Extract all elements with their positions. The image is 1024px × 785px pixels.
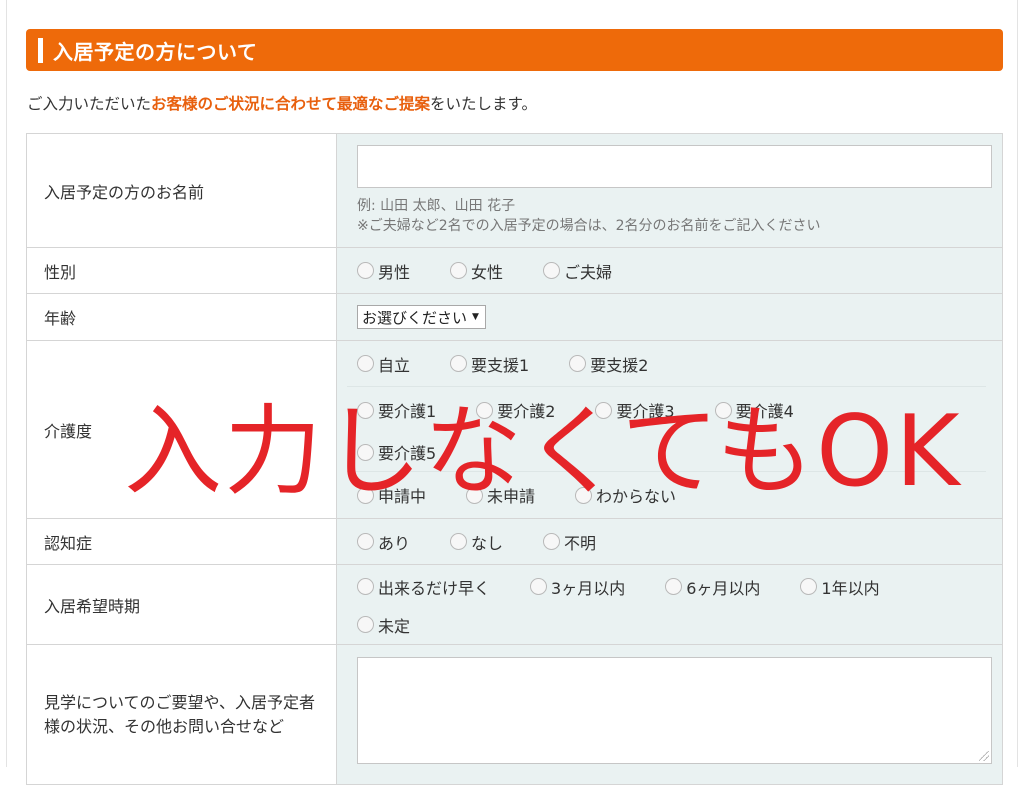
care-option-independent[interactable]: 自立 — [357, 352, 410, 376]
intro-suffix: をいたします。 — [430, 95, 537, 113]
name-input[interactable] — [357, 145, 992, 188]
radio-icon — [476, 401, 494, 419]
radio-icon — [466, 486, 484, 504]
name-field-cell: 例: 山田 太郎、山田 花子 ※ご夫婦など2名での入居予定の場合は、2名分のお名… — [336, 133, 1003, 248]
timing-option-3months[interactable]: 3ヶ月以内 — [530, 575, 625, 599]
radio-icon — [595, 401, 613, 419]
timing-option-6months[interactable]: 6ヶ月以内 — [665, 575, 760, 599]
radio-icon — [714, 401, 732, 419]
timing-option-asap[interactable]: 出来るだけ早く — [357, 575, 490, 599]
age-select[interactable]: お選びください ▼ — [357, 305, 486, 329]
dementia-option-yes[interactable]: あり — [357, 530, 410, 554]
timing-label: 入居希望時期 — [26, 564, 337, 645]
care-label: 介護度 — [26, 340, 337, 519]
radio-icon — [357, 486, 374, 504]
intro-text: ご入力いただいたお客様のご状況に合わせて最適なご提案をいたします。 — [27, 92, 537, 114]
age-field-cell: お選びください ▼ — [336, 293, 1003, 341]
section-title: 入居予定の方について — [53, 39, 258, 64]
radio-icon — [543, 262, 561, 279]
care-option-care1[interactable]: 要介護1 — [357, 398, 436, 422]
care-option-care2[interactable]: 要介護2 — [476, 398, 555, 422]
radio-icon — [543, 533, 561, 550]
dropdown-arrow-icon: ▼ — [472, 312, 479, 322]
radio-icon — [569, 355, 587, 372]
intro-emphasis: お客様のご状況に合わせて最適なご提案 — [151, 95, 431, 113]
gender-label: 性別 — [26, 247, 337, 294]
request-label: 見学についてのご要望や、入居予定者様の状況、その他お問い合せなど — [26, 644, 337, 785]
radio-icon — [450, 355, 468, 372]
dementia-option-no[interactable]: なし — [450, 530, 503, 554]
name-hint-example: 例: 山田 太郎、山田 花子 — [357, 198, 516, 214]
timing-option-1year[interactable]: 1年以内 — [800, 575, 880, 599]
left-border — [6, 0, 7, 767]
dementia-field-cell: あり なし 不明 — [336, 518, 1003, 565]
radio-icon — [665, 578, 683, 595]
request-textarea[interactable] — [357, 657, 992, 764]
radio-icon — [530, 578, 548, 595]
section-header: 入居予定の方について — [26, 29, 1003, 71]
gender-option-female[interactable]: 女性 — [450, 259, 503, 283]
gender-field-cell: 男性 女性 ご夫婦 — [336, 247, 1003, 294]
care-option-not-applied[interactable]: 未申請 — [466, 483, 535, 507]
care-option-support2[interactable]: 要支援2 — [569, 352, 648, 376]
dementia-label: 認知症 — [26, 518, 337, 565]
timing-field-cell: 出来るだけ早く 3ヶ月以内 6ヶ月以内 1年以内 未定 — [336, 564, 1003, 645]
care-option-care4[interactable]: 要介護4 — [714, 398, 794, 422]
resident-form: 入居予定の方のお名前 例: 山田 太郎、山田 花子 ※ご夫婦など2名での入居予定… — [26, 133, 1003, 785]
radio-icon — [357, 578, 374, 595]
radio-icon — [357, 443, 374, 461]
radio-icon — [357, 401, 374, 419]
radio-icon — [357, 533, 374, 550]
name-hint: 例: 山田 太郎、山田 花子 ※ご夫婦など2名での入居予定の場合は、2名分のお名… — [357, 196, 986, 236]
care-option-applying[interactable]: 申請中 — [357, 483, 426, 507]
radio-icon — [357, 262, 374, 279]
gender-option-couple[interactable]: ご夫婦 — [543, 259, 612, 283]
name-label: 入居予定の方のお名前 — [26, 133, 337, 248]
radio-icon — [575, 486, 593, 504]
radio-icon — [357, 355, 374, 372]
intro-prefix: ご入力いただいた — [27, 95, 152, 113]
care-field-cell: 自立 要支援1 要支援2 要介護1 要介護2 要介護3 要介護4 要介護5 申請… — [336, 340, 1003, 519]
resize-grip-icon[interactable] — [979, 751, 989, 761]
radio-icon — [450, 533, 468, 550]
care-option-support1[interactable]: 要支援1 — [450, 352, 529, 376]
request-field-cell — [336, 644, 1003, 785]
radio-icon — [450, 262, 468, 279]
care-option-care3[interactable]: 要介護3 — [595, 398, 675, 422]
radio-icon — [357, 616, 374, 633]
name-hint-note: ※ご夫婦など2名での入居予定の場合は、2名分のお名前をご記入ください — [357, 218, 821, 234]
gender-option-male[interactable]: 男性 — [357, 259, 410, 283]
header-accent-bar — [38, 37, 43, 63]
timing-option-undecided[interactable]: 未定 — [357, 613, 410, 637]
dementia-option-unknown[interactable]: 不明 — [543, 530, 596, 554]
age-label: 年齢 — [26, 293, 337, 341]
right-border — [1017, 0, 1018, 767]
care-option-care5[interactable]: 要介護5 — [357, 440, 436, 464]
radio-icon — [800, 578, 818, 595]
care-option-unknown[interactable]: わからない — [575, 483, 676, 507]
